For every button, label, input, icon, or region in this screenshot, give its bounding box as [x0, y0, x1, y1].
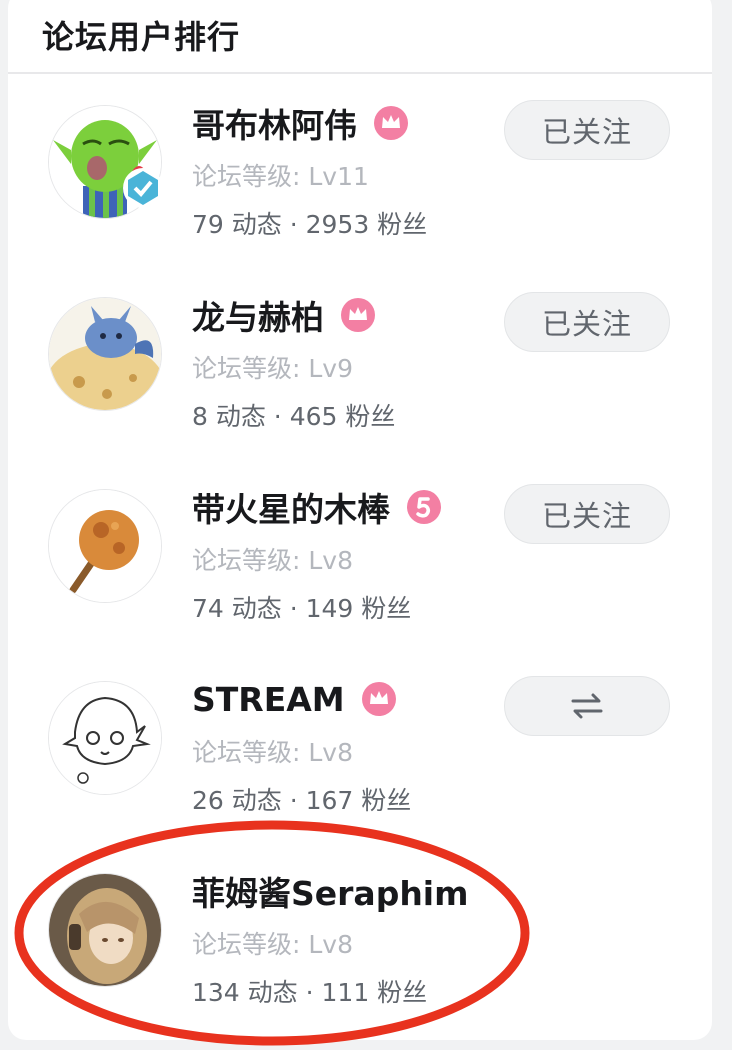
- avatar[interactable]: [48, 681, 162, 795]
- avatar[interactable]: [48, 489, 162, 603]
- user-stats: 79 动态 · 2953 粉丝: [192, 210, 428, 239]
- user-name[interactable]: 哥布林阿伟: [192, 99, 357, 147]
- forum-level: 论坛等级: Lv11: [192, 162, 369, 191]
- user-name[interactable]: 带火星的木棒: [192, 483, 390, 531]
- follow-button[interactable]: 已关注: [504, 292, 670, 352]
- crown-badge-icon: [361, 682, 396, 716]
- forum-level: 论坛等级: Lv8: [192, 546, 353, 575]
- user-stats: 74 动态 · 149 粉丝: [192, 594, 412, 623]
- card-header: 论坛用户排行: [8, 0, 712, 74]
- crown-badge-icon: [341, 298, 375, 332]
- verified-icon: [123, 168, 163, 208]
- follow-button[interactable]: 已关注: [504, 484, 670, 544]
- forum-level: 论坛等级: Lv8: [192, 738, 353, 767]
- follow-button[interactable]: 已关注: [504, 100, 670, 160]
- page-title: 论坛用户排行: [42, 18, 241, 56]
- crown-badge-icon: [374, 106, 408, 140]
- level-5-badge-icon: [407, 490, 441, 524]
- list-item[interactable]: 哥布林阿伟 论坛等级: Lv11 79 动态 · 2953 粉丝 已关注: [8, 85, 712, 275]
- list-item[interactable]: 龙与赫柏 论坛等级: Lv9 8 动态 · 465 粉丝 已关注: [8, 277, 712, 467]
- list-item[interactable]: 带火星的木棒 论坛等级: Lv8 74 动态 · 149 粉丝 已关注: [8, 469, 712, 659]
- forum-level: 论坛等级: Lv9: [192, 354, 353, 383]
- user-name[interactable]: 龙与赫柏: [192, 291, 324, 339]
- avatar[interactable]: [48, 297, 162, 411]
- mutual-follow-icon: [571, 693, 603, 719]
- mutual-follow-button[interactable]: [504, 676, 670, 736]
- red-highlight-circle: [14, 820, 530, 1046]
- user-stats: 8 动态 · 465 粉丝: [192, 402, 396, 431]
- user-name[interactable]: STREAM: [192, 680, 345, 719]
- user-stats: 26 动态 · 167 粉丝: [192, 786, 412, 815]
